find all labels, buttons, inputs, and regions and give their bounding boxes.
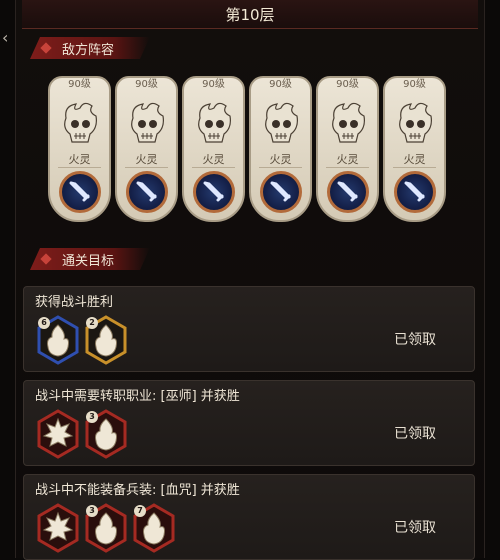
sword-icon xyxy=(327,171,369,213)
page-title: 第10层 xyxy=(22,0,478,29)
fire-spirit-skull-icon xyxy=(265,102,298,143)
objective-item: 战斗中不能装备兵装: [血咒] 并获胜 3 7 已领取 xyxy=(23,474,475,560)
reward-count: 6 xyxy=(38,317,50,329)
reward-count: 3 xyxy=(86,505,98,517)
enemy-card[interactable]: 90级 火灵 xyxy=(182,76,245,222)
reward-list: 3 7 xyxy=(36,503,176,553)
enemy-section-label: 敌方阵容 xyxy=(62,42,115,58)
sunburst-icon xyxy=(37,409,79,459)
enemy-level: 90级 xyxy=(269,79,292,90)
sword-icon xyxy=(126,171,168,213)
fire-spirit-skull-icon xyxy=(131,102,164,143)
objective-title: 战斗中不能装备兵装: [血咒] 并获胜 xyxy=(35,483,240,498)
enemy-level: 90级 xyxy=(135,79,158,90)
enemy-level: 90级 xyxy=(68,79,91,90)
fire-spirit-skull-icon xyxy=(399,102,432,143)
reward-item[interactable] xyxy=(36,409,80,459)
enemy-card[interactable]: 90级 火灵 xyxy=(115,76,178,222)
claimed-status[interactable]: 已领取 xyxy=(394,517,436,537)
claimed-status[interactable]: 已领取 xyxy=(394,329,436,349)
objective-item: 获得战斗胜利 6 2 已领取 xyxy=(23,286,475,372)
fire-spirit-skull-icon xyxy=(198,102,231,143)
reward-item[interactable]: 6 xyxy=(36,315,80,365)
floor-title: 第10层 xyxy=(225,5,275,24)
reward-item[interactable]: 3 xyxy=(84,503,128,553)
fire-spirit-skull-icon xyxy=(332,102,365,143)
reward-item[interactable] xyxy=(36,503,80,553)
back-arrow-icon[interactable]: ‹ xyxy=(2,30,16,46)
enemy-card[interactable]: 90级 火灵 xyxy=(48,76,111,222)
sword-icon xyxy=(59,171,101,213)
enemy-card[interactable]: 90级 火灵 xyxy=(383,76,446,222)
enemy-level: 90级 xyxy=(202,79,225,90)
objective-title: 战斗中需要转职职业: [巫师] 并获胜 xyxy=(35,389,240,404)
enemy-level: 90级 xyxy=(403,79,426,90)
reward-list: 6 2 xyxy=(36,315,128,365)
enemy-name: 火灵 xyxy=(403,153,426,166)
enemy-name: 火灵 xyxy=(202,153,225,166)
enemy-name: 火灵 xyxy=(336,153,359,166)
enemy-card[interactable]: 90级 火灵 xyxy=(316,76,379,222)
sword-icon xyxy=(394,171,436,213)
card-divider xyxy=(125,167,168,168)
sword-icon xyxy=(193,171,235,213)
enemy-card[interactable]: 90级 火灵 xyxy=(249,76,312,222)
reward-count: 3 xyxy=(86,411,98,423)
card-divider xyxy=(58,167,101,168)
sunburst-icon xyxy=(37,503,79,553)
card-divider xyxy=(326,167,369,168)
fire-spirit-skull-icon xyxy=(64,102,97,143)
card-divider xyxy=(192,167,235,168)
card-divider xyxy=(259,167,302,168)
reward-count: 7 xyxy=(134,505,146,517)
objective-title: 获得战斗胜利 xyxy=(35,295,114,310)
enemy-name: 火灵 xyxy=(269,153,292,166)
goals-section-label: 通关目标 xyxy=(62,253,115,269)
enemy-name: 火灵 xyxy=(68,153,91,166)
enemy-level: 90级 xyxy=(336,79,359,90)
reward-item[interactable]: 7 xyxy=(132,503,176,553)
enemy-lineup: 90级 火灵 90级 火灵 90级 火灵 90级 火灵 90级 火灵 90级 火… xyxy=(48,76,448,222)
enemy-section-header: 敌方阵容 xyxy=(30,37,150,59)
card-divider xyxy=(393,167,436,168)
enemy-name: 火灵 xyxy=(135,153,158,166)
reward-item[interactable]: 2 xyxy=(84,315,128,365)
reward-item[interactable]: 3 xyxy=(84,409,128,459)
reward-list: 3 xyxy=(36,409,128,459)
objective-item: 战斗中需要转职职业: [巫师] 并获胜 3 已领取 xyxy=(23,380,475,466)
claimed-status[interactable]: 已领取 xyxy=(394,423,436,443)
sword-icon xyxy=(260,171,302,213)
reward-count: 2 xyxy=(86,317,98,329)
goals-section-header: 通关目标 xyxy=(30,248,150,270)
